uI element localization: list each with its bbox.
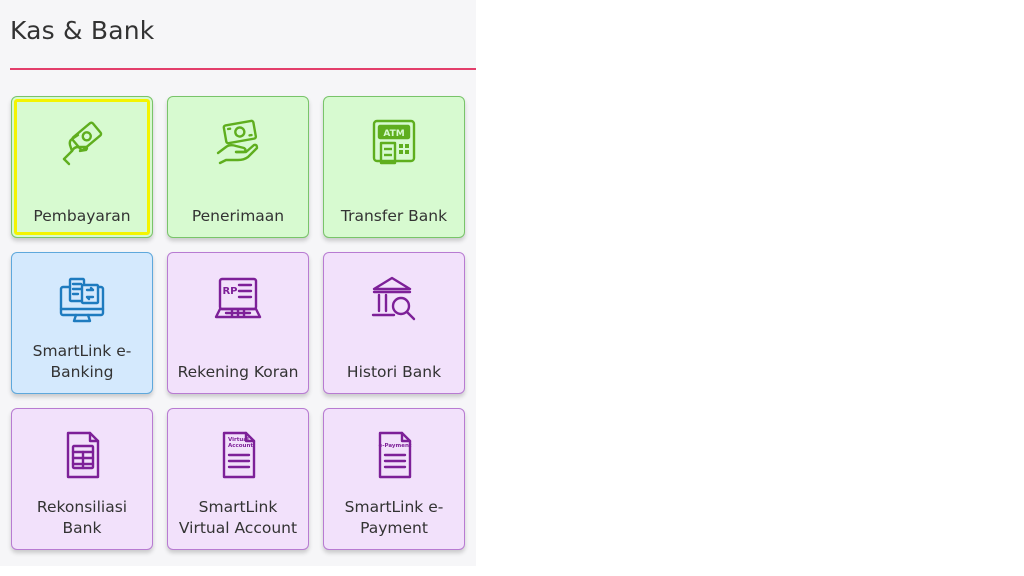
receive-cash-icon	[212, 117, 264, 169]
tile-label: SmartLink e-Banking	[32, 342, 132, 381]
kas-bank-panel: Kas & Bank Pembayaran Penerimaan ATM Tra…	[0, 0, 476, 566]
tile-pembayaran[interactable]: Pembayaran	[11, 96, 153, 238]
title-divider	[10, 68, 476, 70]
tile-label: Pembayaran	[33, 207, 131, 225]
tile-label: SmartLink e-Payment	[344, 498, 444, 537]
rp-statement-laptop-icon: RP	[212, 273, 264, 325]
tile-smartlink-virtual-account[interactable]: Virtual Account SmartLink Virtual Accoun…	[167, 408, 309, 550]
svg-text:Account: Account	[228, 443, 253, 449]
tile-rekening-koran[interactable]: RP Rekening Koran	[167, 252, 309, 394]
page-title: Kas & Bank	[10, 16, 155, 45]
e-banking-monitor-icon	[56, 273, 108, 325]
tile-label: Rekening Koran	[177, 363, 299, 381]
tile-label: Histori Bank	[346, 363, 442, 381]
tile-smartlink-e-banking[interactable]: SmartLink e-Banking	[11, 252, 153, 394]
tile-histori-bank[interactable]: Histori Bank	[323, 252, 465, 394]
bank-search-icon	[368, 273, 420, 325]
tile-label: Transfer Bank	[340, 207, 448, 225]
atm-icon: ATM	[368, 117, 420, 169]
hand-holding-money-icon	[56, 117, 108, 169]
tile-transfer-bank[interactable]: ATM Transfer Bank	[323, 96, 465, 238]
reconciliation-document-icon	[56, 429, 108, 481]
tile-smartlink-e-payment[interactable]: e-Payment SmartLink e-Payment	[323, 408, 465, 550]
e-payment-document-icon: e-Payment	[368, 429, 420, 481]
tile-rekonsiliasi-bank[interactable]: Rekonsiliasi Bank	[11, 408, 153, 550]
svg-text:e-Payment: e-Payment	[378, 443, 411, 449]
virtual-account-document-icon: Virtual Account	[212, 429, 264, 481]
svg-text:RP: RP	[222, 286, 237, 297]
tile-label: Rekonsiliasi Bank	[36, 498, 128, 537]
tile-label: SmartLink Virtual Account	[178, 498, 298, 537]
tile-label: Penerimaan	[191, 207, 285, 225]
svg-text:ATM: ATM	[383, 129, 404, 139]
tile-penerimaan[interactable]: Penerimaan	[167, 96, 309, 238]
